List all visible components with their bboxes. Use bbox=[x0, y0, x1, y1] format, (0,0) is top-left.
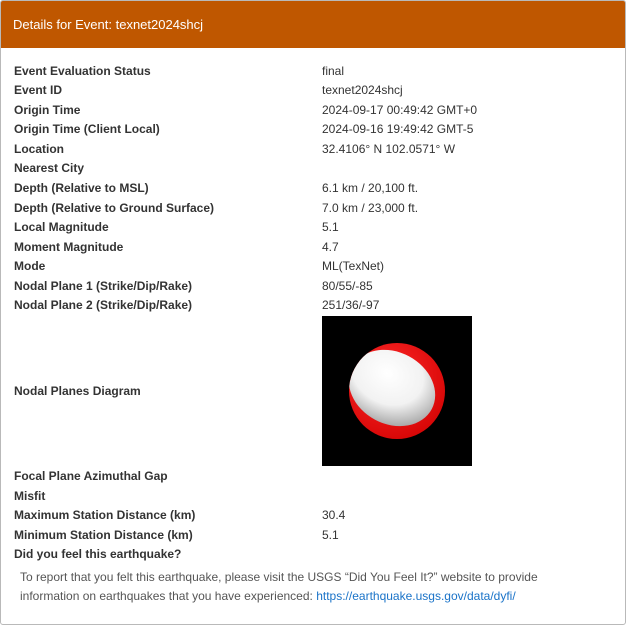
beachball-diagram bbox=[322, 316, 472, 466]
detail-label: Maximum Station Distance (km) bbox=[14, 508, 196, 522]
detail-value: 5.1 bbox=[322, 528, 339, 542]
dyfi-link[interactable]: https://earthquake.usgs.gov/data/dyfi/ bbox=[316, 589, 515, 603]
detail-row-nearest-city: Nearest City bbox=[1, 158, 625, 178]
detail-row-nodal-planes-diagram: Nodal Planes Diagram bbox=[1, 316, 625, 466]
detail-value: 4.7 bbox=[322, 240, 339, 254]
detail-label: Nearest City bbox=[14, 161, 85, 175]
detail-row-nodal-plane-2: Nodal Plane 2 (Strike/Dip/Rake) 251/36/-… bbox=[1, 295, 625, 315]
detail-row-mode: Mode ML(TexNet) bbox=[1, 256, 625, 276]
detail-row-nodal-plane-1: Nodal Plane 1 (Strike/Dip/Rake) 80/55/-8… bbox=[1, 276, 625, 296]
detail-value: 32.4106° N 102.0571° W bbox=[322, 142, 456, 156]
detail-label: Focal Plane Azimuthal Gap bbox=[14, 469, 168, 483]
detail-row-origin-time-local: Origin Time (Client Local) 2024-09-16 19… bbox=[1, 119, 625, 139]
detail-label: Origin Time (Client Local) bbox=[14, 122, 160, 136]
detail-label: Nodal Plane 2 (Strike/Dip/Rake) bbox=[14, 298, 193, 312]
detail-value: 251/36/-97 bbox=[322, 298, 380, 312]
detail-label: Origin Time bbox=[14, 103, 81, 117]
detail-row-moment-magnitude: Moment Magnitude 4.7 bbox=[1, 237, 625, 257]
dilatation-quadrant bbox=[349, 349, 436, 427]
detail-value: final bbox=[322, 64, 345, 78]
detail-row-did-you-feel: Did you feel this earthquake? bbox=[1, 544, 625, 564]
detail-row-misfit: Misfit bbox=[1, 486, 625, 506]
detail-row-event-id: Event ID texnet2024shcj bbox=[1, 80, 625, 100]
focal-mechanism-icon bbox=[349, 343, 445, 439]
detail-label: Nodal Plane 1 (Strike/Dip/Rake) bbox=[14, 279, 193, 293]
detail-value: 5.1 bbox=[322, 220, 339, 234]
detail-row-min-station-distance: Minimum Station Distance (km) 5.1 bbox=[1, 525, 625, 545]
detail-row-depth-ground: Depth (Relative to Ground Surface) 7.0 k… bbox=[1, 198, 625, 218]
detail-row-depth-msl: Depth (Relative to MSL) 6.1 km / 20,100 … bbox=[1, 178, 625, 198]
detail-row-origin-time: Origin Time 2024-09-17 00:49:42 GMT+0 bbox=[1, 100, 625, 120]
detail-label: Depth (Relative to MSL) bbox=[14, 181, 149, 195]
dyfi-note: To report that you felt this earthquake,… bbox=[20, 568, 600, 606]
detail-label: Location bbox=[14, 142, 64, 156]
detail-label: Event Evaluation Status bbox=[14, 64, 151, 78]
detail-value: texnet2024shcj bbox=[322, 83, 403, 97]
detail-row-local-magnitude: Local Magnitude 5.1 bbox=[1, 217, 625, 237]
detail-row-location: Location 32.4106° N 102.0571° W bbox=[1, 139, 625, 159]
detail-label: Did you feel this earthquake? bbox=[14, 547, 182, 561]
detail-label: Moment Magnitude bbox=[14, 240, 124, 254]
detail-label: Nodal Planes Diagram bbox=[14, 384, 141, 398]
detail-row-azimuthal-gap: Focal Plane Azimuthal Gap bbox=[1, 466, 625, 486]
detail-label: Event ID bbox=[14, 83, 63, 97]
event-details-dialog: Details for Event: texnet2024shcj Event … bbox=[0, 0, 626, 625]
detail-label: Mode bbox=[14, 259, 46, 273]
detail-value: ML(TexNet) bbox=[322, 259, 385, 273]
detail-value: 7.0 km / 23,000 ft. bbox=[322, 201, 419, 215]
detail-value: 80/55/-85 bbox=[322, 279, 373, 293]
detail-value: 2024-09-16 19:49:42 GMT-5 bbox=[322, 122, 474, 136]
detail-label: Depth (Relative to Ground Surface) bbox=[14, 201, 215, 215]
detail-value: 2024-09-17 00:49:42 GMT+0 bbox=[322, 103, 478, 117]
detail-row-max-station-distance: Maximum Station Distance (km) 30.4 bbox=[1, 505, 625, 525]
detail-row-evaluation-status: Event Evaluation Status final bbox=[1, 61, 625, 81]
detail-label: Minimum Station Distance (km) bbox=[14, 528, 193, 542]
detail-value: 30.4 bbox=[322, 508, 346, 522]
dialog-title: Details for Event: texnet2024shcj bbox=[1, 1, 625, 48]
detail-value: 6.1 km / 20,100 ft. bbox=[322, 181, 419, 195]
detail-label: Misfit bbox=[14, 489, 46, 503]
detail-label: Local Magnitude bbox=[14, 220, 109, 234]
